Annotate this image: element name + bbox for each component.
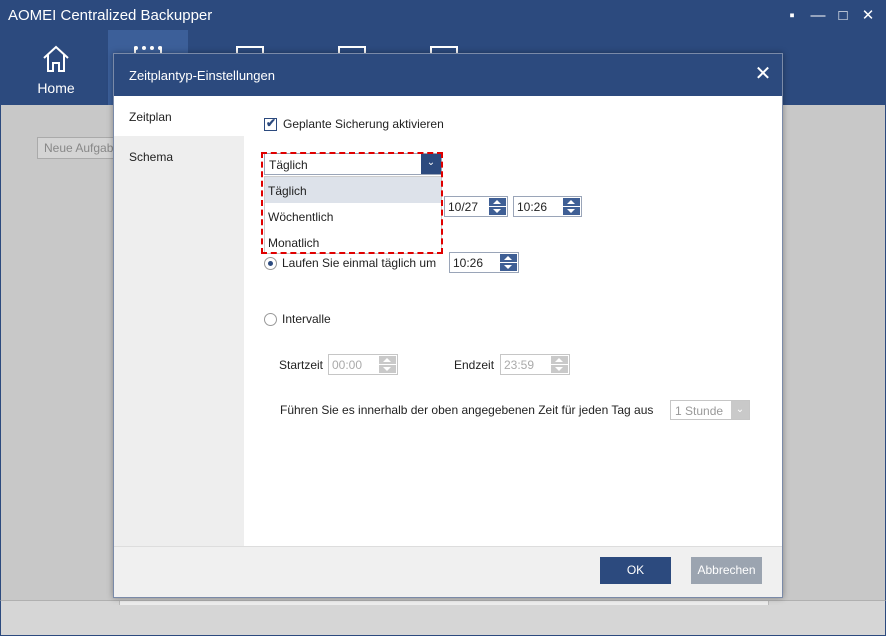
date-up-arrow-icon[interactable]	[489, 198, 506, 206]
highlight-annotation	[261, 152, 443, 254]
maximize-icon[interactable]: □	[833, 6, 853, 26]
sidebar-item-zeitplan[interactable]: Zeitplan	[114, 96, 244, 136]
date-value: 10/27	[448, 200, 479, 214]
end-up-arrow-icon[interactable]	[551, 356, 568, 364]
app-footer	[0, 600, 886, 636]
time-down-arrow-icon[interactable]	[563, 207, 580, 215]
home-icon	[43, 45, 69, 72]
checkmark-icon: ✔	[266, 116, 277, 130]
once-down-arrow-icon[interactable]	[500, 263, 517, 271]
cancel-button[interactable]: Abbrechen	[691, 557, 762, 584]
time-stepper[interactable]: 10:26	[513, 196, 582, 217]
nav-home[interactable]: Home	[8, 36, 104, 102]
time-up-arrow-icon[interactable]	[563, 198, 580, 206]
once-daily-radio[interactable]	[264, 257, 277, 270]
repeat-label: Führen Sie es innerhalb der oben angegeb…	[280, 403, 654, 417]
enable-schedule-label: Geplante Sicherung aktivieren	[283, 117, 444, 131]
once-daily-time-stepper[interactable]: 10:26	[449, 252, 519, 273]
interval-label: Intervalle	[282, 312, 331, 326]
dialog-sidebar: Zeitplan Schema	[114, 96, 244, 546]
dialog-footer: OK Abbrechen	[114, 546, 782, 597]
end-down-arrow-icon[interactable]	[551, 365, 568, 373]
ok-button[interactable]: OK	[600, 557, 671, 584]
close-icon[interactable]: ✕	[752, 63, 774, 85]
start-down-arrow-icon[interactable]	[379, 365, 396, 373]
interval-radio[interactable]	[264, 313, 277, 326]
start-time-value: 00:00	[332, 358, 363, 372]
time-value: 10:26	[517, 200, 548, 214]
end-time-label: Endzeit	[454, 358, 495, 372]
sidebar-item-schema[interactable]: Schema	[114, 136, 244, 176]
once-up-arrow-icon[interactable]	[500, 254, 517, 262]
once-daily-label: Laufen Sie einmal täglich um	[282, 256, 437, 270]
schedule-dialog: Zeitplantyp-Einstellungen ✕ Zeitplan Sch…	[113, 53, 783, 598]
date-down-arrow-icon[interactable]	[489, 207, 506, 215]
start-time-label: Startzeit	[279, 358, 324, 372]
footer-panel	[119, 601, 769, 605]
dialog-titlebar: Zeitplantyp-Einstellungen ✕	[114, 54, 782, 96]
start-up-arrow-icon[interactable]	[379, 356, 396, 364]
once-daily-time-value: 10:26	[453, 256, 484, 270]
start-time-stepper[interactable]: 00:00	[328, 354, 398, 375]
app-title: AOMEI Centralized Backupper	[8, 7, 213, 24]
repeat-interval-select[interactable]: 1 Stunde ⌄	[670, 400, 750, 420]
enable-schedule-checkbox[interactable]: ✔	[264, 116, 277, 131]
minimize-icon[interactable]: —	[808, 6, 828, 26]
chevron-down-icon: ⌄	[731, 401, 749, 419]
nav-home-label: Home	[37, 80, 75, 96]
date-stepper[interactable]: 10/27	[444, 196, 508, 217]
end-time-value: 23:59	[504, 358, 535, 372]
end-time-stepper[interactable]: 23:59	[500, 354, 570, 375]
repeat-interval-value: 1 Stunde	[675, 404, 724, 418]
dialog-title: Zeitplantyp-Einstellungen	[129, 68, 275, 83]
close-window-icon[interactable]: ✕	[858, 6, 878, 26]
menu-icon[interactable]: ▪	[782, 6, 802, 26]
